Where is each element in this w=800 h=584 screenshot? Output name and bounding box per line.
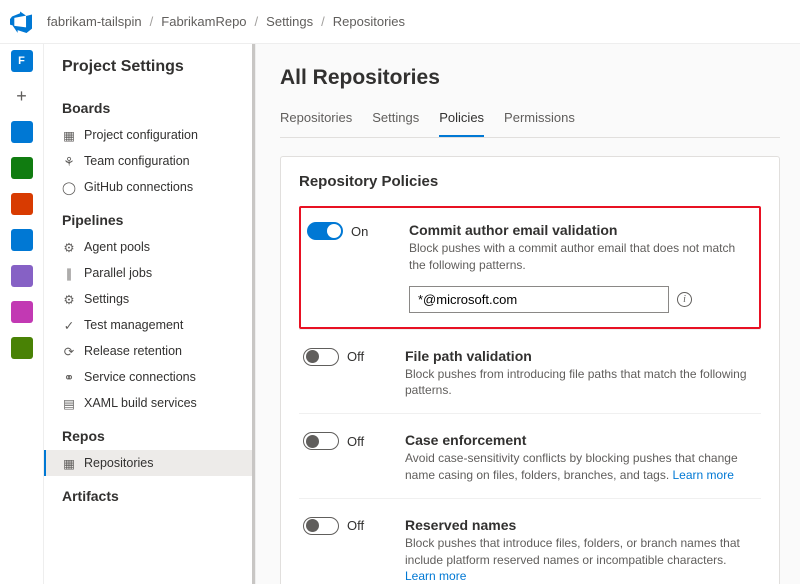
rail-tile-3[interactable] <box>11 157 33 179</box>
content-tabs: Repositories Settings Policies Permissions <box>280 104 780 138</box>
agent-icon: ⚙ <box>62 240 76 254</box>
rail-tile-0[interactable]: F <box>11 50 33 72</box>
nav-item-xaml-build-services[interactable]: ▤ XAML build services <box>44 390 255 416</box>
policy-row: Off Reserved names Block pushes that int… <box>299 498 761 584</box>
nav-item-service-connections[interactable]: ⚭ Service connections <box>44 364 255 390</box>
policy-title: File path validation <box>405 348 757 364</box>
nav-item-github-connections[interactable]: ◯ GitHub connections <box>44 174 255 200</box>
nav-item-label: XAML build services <box>84 396 197 410</box>
policy-toggle[interactable] <box>307 222 343 240</box>
policy-row: On Commit author email validation Block … <box>299 206 761 329</box>
policy-pattern-input[interactable] <box>409 286 669 313</box>
nav-item-label: Agent pools <box>84 240 150 254</box>
toggle-state-label: Off <box>347 349 364 364</box>
tab-permissions[interactable]: Permissions <box>504 104 575 137</box>
nav-item-label: Release retention <box>84 344 182 358</box>
left-icon-rail: F+ <box>0 44 44 584</box>
breadcrumb: fabrikam-tailspin/ FabrikamRepo/ Setting… <box>47 14 405 29</box>
policy-toggle[interactable] <box>303 517 339 535</box>
repository-policies-card: Repository Policies On Commit author ema… <box>280 156 780 584</box>
policy-toggle[interactable] <box>303 348 339 366</box>
gear-icon: ⚙ <box>62 292 76 306</box>
panel-title: Project Settings <box>44 58 255 88</box>
rail-tile-8[interactable] <box>11 337 33 359</box>
service-icon: ⚭ <box>62 370 76 384</box>
nav-group-title: Artifacts <box>44 482 255 510</box>
nav-item-label: Test management <box>84 318 183 332</box>
policy-title: Case enforcement <box>405 432 757 448</box>
policy-desc: Block pushes from introducing file paths… <box>405 366 757 400</box>
policy-row: Off Case enforcement Avoid case-sensitiv… <box>299 413 761 498</box>
tab-policies[interactable]: Policies <box>439 104 484 137</box>
test-icon: ✓ <box>62 318 76 332</box>
breadcrumb-repo[interactable]: FabrikamRepo <box>161 14 246 29</box>
policy-row: Off File path validation Block pushes fr… <box>299 329 761 414</box>
xaml-icon: ▤ <box>62 396 76 410</box>
toggle-state-label: Off <box>347 518 364 533</box>
toggle-state-label: Off <box>347 434 364 449</box>
rail-tile-6[interactable] <box>11 265 33 287</box>
azure-devops-icon[interactable] <box>10 11 32 33</box>
nav-item-agent-pools[interactable]: ⚙ Agent pools <box>44 234 255 260</box>
parallel-icon: ∥ <box>62 266 76 280</box>
page-title: All Repositories <box>280 66 780 90</box>
policy-toggle[interactable] <box>303 432 339 450</box>
nav-item-parallel-jobs[interactable]: ∥ Parallel jobs <box>44 260 255 286</box>
policy-title: Reserved names <box>405 517 757 533</box>
policy-desc: Block pushes with a commit author email … <box>409 240 753 274</box>
new-item-button[interactable]: + <box>16 86 27 107</box>
card-title: Repository Policies <box>299 173 761 190</box>
tab-repositories[interactable]: Repositories <box>280 104 352 137</box>
toggle-state-label: On <box>351 224 368 239</box>
project-settings-panel: Project Settings Boards ▦ Project configur… <box>44 44 256 584</box>
breadcrumb-org[interactable]: fabrikam-tailspin <box>47 14 142 29</box>
nav-item-release-retention[interactable]: ⟳ Release retention <box>44 338 255 364</box>
github-icon: ◯ <box>62 180 76 194</box>
rail-tile-2[interactable] <box>11 121 33 143</box>
info-icon[interactable]: i <box>677 292 692 307</box>
nav-item-label: Settings <box>84 292 129 306</box>
tab-settings[interactable]: Settings <box>372 104 419 137</box>
nav-item-repositories[interactable]: ▦ Repositories <box>44 450 255 476</box>
nav-item-project-configuration[interactable]: ▦ Project configuration <box>44 122 255 148</box>
nav-item-label: GitHub connections <box>84 180 193 194</box>
nav-group-title: Pipelines <box>44 206 255 234</box>
nav-group-title: Repos <box>44 422 255 450</box>
policy-title: Commit author email validation <box>409 222 753 238</box>
rail-tile-5[interactable] <box>11 229 33 251</box>
content-area: All Repositories Repositories Settings Pol… <box>256 44 800 584</box>
nav-item-label: Parallel jobs <box>84 266 152 280</box>
team-icon: ⚘ <box>62 154 76 168</box>
retention-icon: ⟳ <box>62 344 76 358</box>
doc-icon: ▦ <box>62 128 76 142</box>
rail-tile-4[interactable] <box>11 193 33 215</box>
policy-desc: Avoid case-sensitivity conflicts by bloc… <box>405 450 757 484</box>
nav-item-team-configuration[interactable]: ⚘ Team configuration <box>44 148 255 174</box>
nav-item-settings[interactable]: ⚙ Settings <box>44 286 255 312</box>
breadcrumb-repos[interactable]: Repositories <box>333 14 405 29</box>
breadcrumb-settings[interactable]: Settings <box>266 14 313 29</box>
nav-item-label: Project configuration <box>84 128 198 142</box>
policy-desc: Block pushes that introduce files, folde… <box>405 535 757 584</box>
learn-more-link[interactable]: Learn more <box>673 468 734 482</box>
nav-item-label: Team configuration <box>84 154 190 168</box>
rail-tile-7[interactable] <box>11 301 33 323</box>
nav-group-title: Boards <box>44 94 255 122</box>
learn-more-link[interactable]: Learn more <box>405 569 466 583</box>
nav-item-label: Repositories <box>84 456 153 470</box>
nav-item-label: Service connections <box>84 370 196 384</box>
doc-icon: ▦ <box>62 456 76 470</box>
nav-item-test-management[interactable]: ✓ Test management <box>44 312 255 338</box>
